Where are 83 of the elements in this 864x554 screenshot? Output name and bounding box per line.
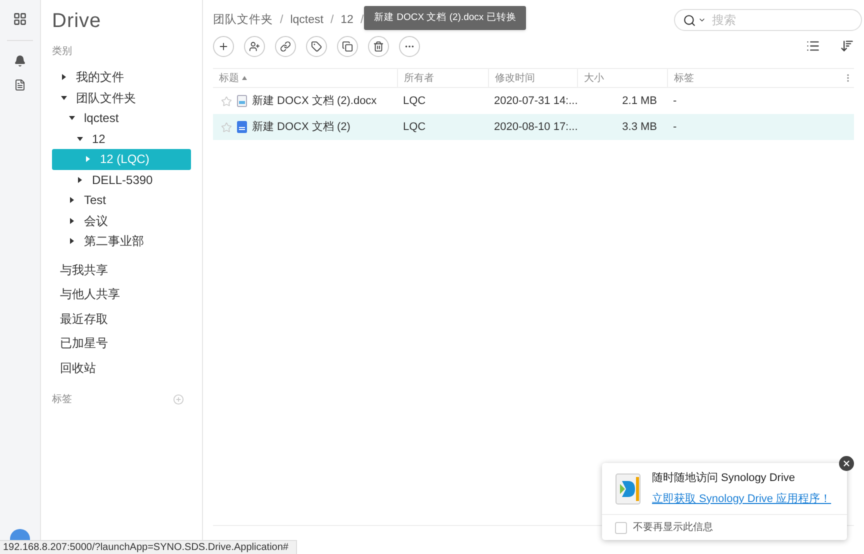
column-header[interactable]: 大小 bbox=[577, 69, 667, 87]
caret-down-icon[interactable] bbox=[698, 16, 706, 24]
table-cell-text: 2020-08-10 17:... bbox=[493, 120, 577, 135]
tree-item[interactable]: lqctest bbox=[52, 108, 191, 128]
tree-item[interactable]: 团队文件夹 bbox=[52, 88, 191, 108]
app-logo: Drive bbox=[51, 10, 102, 32]
tree-item[interactable]: 第二事业部 bbox=[52, 231, 191, 252]
nav-item[interactable]: 最近存取 bbox=[41, 306, 202, 331]
star-icon[interactable] bbox=[221, 96, 232, 106]
sort-icon[interactable] bbox=[840, 39, 854, 53]
apps-icon[interactable] bbox=[13, 12, 27, 26]
checkbox-label: 不要再显示此信息 bbox=[633, 520, 713, 535]
table-cell-text: - bbox=[672, 94, 678, 109]
tree-item[interactable]: Test bbox=[52, 190, 191, 210]
notification-icon[interactable] bbox=[14, 55, 26, 67]
table-cell-text: LQC bbox=[402, 94, 427, 109]
document-icon[interactable] bbox=[14, 79, 26, 91]
section-label: 标签 bbox=[52, 392, 72, 407]
nav-item[interactable]: 与他人共享 bbox=[41, 282, 202, 306]
table-cell-text: - bbox=[672, 120, 678, 135]
nav-item[interactable]: 与我共享 bbox=[41, 258, 202, 282]
breadcrumb-separator: / bbox=[330, 12, 334, 28]
file-name: 新建 DOCX 文档 (2).docx bbox=[252, 94, 377, 109]
breadcrumb-separator: / bbox=[280, 12, 284, 28]
breadcrumb-item[interactable]: lqctest bbox=[290, 12, 324, 30]
trash-icon bbox=[373, 40, 384, 52]
search-input[interactable]: 搜索 bbox=[712, 11, 832, 29]
document-icon bbox=[237, 121, 247, 133]
column-header[interactable]: 标题 bbox=[213, 69, 397, 87]
link-icon bbox=[280, 40, 291, 52]
column-header[interactable]: 所有者 bbox=[397, 69, 488, 87]
breadcrumb-item[interactable]: 12 bbox=[340, 12, 354, 30]
nav-item[interactable]: 回收站 bbox=[41, 356, 202, 380]
app-logo-icon bbox=[614, 472, 642, 504]
column-header[interactable]: 标签 bbox=[667, 69, 843, 87]
caret-right-icon[interactable] bbox=[68, 196, 76, 204]
table-cell-text: 2020-07-31 14:... bbox=[493, 94, 577, 109]
toolbar-button[interactable] bbox=[368, 36, 389, 56]
star-icon[interactable] bbox=[221, 122, 232, 132]
file-icon bbox=[237, 95, 247, 107]
column-header[interactable]: 修改时间 bbox=[488, 69, 577, 87]
promo-title: 随时随地访问 Synology Drive bbox=[652, 470, 796, 486]
table-cell-text: LQC bbox=[402, 120, 427, 135]
section-label: 类别 bbox=[51, 44, 73, 59]
toolbar-button[interactable] bbox=[275, 36, 296, 56]
breadcrumb-separator: / bbox=[360, 12, 364, 28]
sort-ascending-icon bbox=[242, 76, 247, 80]
list-view-icon[interactable] bbox=[806, 39, 820, 53]
caret-right-icon[interactable] bbox=[68, 216, 76, 225]
tree-item[interactable]: 会议 bbox=[52, 210, 191, 231]
download-link[interactable]: 立即获取 Synology Drive 应用程序！ bbox=[652, 490, 832, 507]
caret-down-icon[interactable] bbox=[76, 134, 84, 143]
file-row[interactable]: 新建 DOCX 文档 (2) LQC 2020-08-10 17:... 3.3 MB - bbox=[213, 114, 854, 140]
toolbar-button[interactable] bbox=[337, 36, 358, 56]
tag-icon bbox=[311, 40, 322, 52]
breadcrumb-item[interactable]: 团队文件夹 bbox=[213, 12, 273, 30]
toolbar-button[interactable] bbox=[306, 36, 327, 56]
tree-item[interactable]: 12 bbox=[52, 128, 191, 149]
nav-item[interactable]: 已加星号 bbox=[41, 331, 202, 356]
add-icon bbox=[218, 40, 229, 52]
search-icon bbox=[683, 14, 696, 26]
status-bar: 192.168.8.207:5000/?launchApp=SYNO.SDS.Drive.Application# bbox=[0, 540, 298, 554]
caret-right-icon[interactable] bbox=[68, 237, 76, 246]
checkbox[interactable] bbox=[615, 522, 627, 534]
caret-right-icon[interactable] bbox=[76, 176, 84, 184]
file-row[interactable]: 新建 DOCX 文档 (2).docx LQC 2020-07-31 14:... 2.1 MB - bbox=[213, 88, 854, 114]
add-user-icon bbox=[249, 40, 260, 52]
toolbar-button[interactable] bbox=[244, 36, 265, 56]
close-icon bbox=[842, 459, 851, 468]
table-cell-text: 2.1 MB bbox=[621, 94, 658, 109]
tree-item[interactable]: DELL-5390 bbox=[52, 170, 191, 190]
caret-down-icon[interactable] bbox=[60, 94, 68, 102]
caret-down-icon[interactable] bbox=[68, 114, 76, 122]
copy-icon bbox=[342, 40, 353, 52]
table-cell-text: 3.3 MB bbox=[621, 120, 658, 135]
caret-right-icon[interactable] bbox=[60, 73, 68, 82]
toolbar-button[interactable] bbox=[213, 36, 234, 56]
close-button[interactable] bbox=[839, 456, 854, 471]
conversion-toast: 新建 DOCX 文档 (2).docx 已转换 bbox=[364, 6, 526, 30]
search-field[interactable]: 搜索 bbox=[674, 9, 862, 31]
file-name: 新建 DOCX 文档 (2) bbox=[252, 120, 350, 135]
tree-item[interactable]: 我的文件 bbox=[52, 67, 191, 88]
user-avatar[interactable] bbox=[10, 529, 30, 540]
